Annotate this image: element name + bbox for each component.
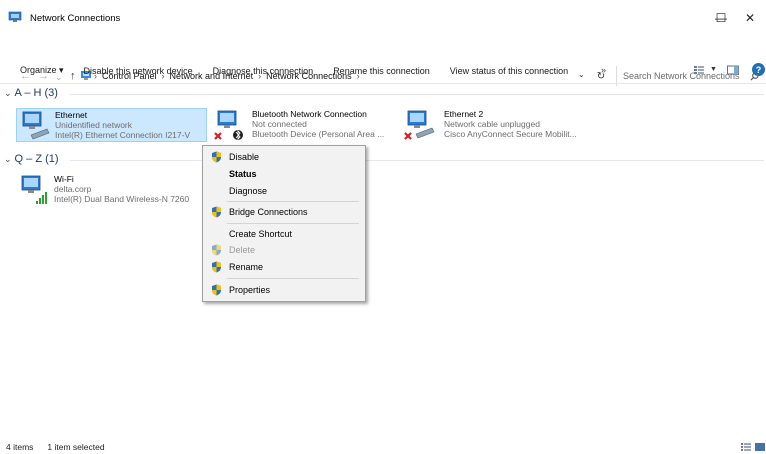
- rename-connection-button[interactable]: Rename this connection: [333, 66, 430, 76]
- chevron-down-icon: ⌄: [4, 87, 12, 98]
- menu-item-label: Create Shortcut: [229, 229, 293, 239]
- window-title: Network Connections: [30, 13, 121, 24]
- close-button[interactable]: ✕: [735, 6, 765, 30]
- menu-item-label: Properties: [229, 285, 271, 295]
- menu-item-label: Bridge Connections: [229, 207, 308, 217]
- large-icons-view-icon[interactable]: [754, 442, 766, 452]
- details-view-icon[interactable]: [740, 442, 752, 452]
- group-divider: [70, 94, 764, 95]
- menu-item-label: Status: [229, 169, 257, 179]
- connection-bluetooth[interactable]: Bluetooth Network Connection Not connect…: [212, 108, 392, 142]
- network-adapter-icon: [404, 110, 435, 140]
- connection-wifi[interactable]: Wi-Fi delta.corp Intel(R) Dual Band Wire…: [16, 173, 206, 207]
- network-connections-app-icon: [8, 11, 22, 22]
- address-bar: ← → ⌄ ↑ › Control Panel › Network and In…: [0, 32, 766, 86]
- connection-status: Unidentified network: [55, 120, 133, 130]
- menu-item-properties[interactable]: Properties: [203, 281, 365, 299]
- group-divider: [70, 160, 764, 161]
- group-label: A – H (3): [14, 87, 58, 99]
- connection-name: Ethernet: [55, 110, 88, 120]
- minimize-button-alt: [676, 6, 706, 30]
- change-view-icon[interactable]: [692, 63, 706, 77]
- connection-name: Wi-Fi: [54, 174, 74, 184]
- connection-device: Cisco AnyConnect Secure Mobilit...: [444, 129, 577, 139]
- connection-name: Bluetooth Network Connection: [252, 109, 367, 119]
- connection-device: Intel(R) Dual Band Wireless-N 7260: [54, 194, 190, 204]
- uac-shield-icon: [212, 284, 221, 296]
- menu-item-rename[interactable]: Rename: [203, 258, 365, 276]
- selection-count: 1 item selected: [47, 442, 105, 452]
- menu-item-delete[interactable]: Delete: [203, 241, 365, 259]
- menu-item-disable[interactable]: Disable: [203, 148, 365, 166]
- maximize-button[interactable]: ☐: [706, 6, 736, 30]
- menu-item-bridge-connections[interactable]: Bridge Connections: [203, 203, 365, 221]
- group-header-q-z[interactable]: ⌄ Q – Z (1): [4, 153, 764, 165]
- menu-item-status[interactable]: Status: [203, 165, 365, 183]
- uac-shield-icon: [212, 261, 221, 273]
- menu-separator: [227, 223, 359, 224]
- connection-status: Not connected: [252, 119, 307, 129]
- connection-status: delta.corp: [54, 184, 92, 194]
- uac-shield-icon: [212, 206, 221, 218]
- network-adapter-icon: [22, 111, 50, 140]
- connection-device: Bluetooth Device (Personal Area ...: [252, 129, 385, 139]
- more-commands-button[interactable]: »: [601, 65, 606, 75]
- wifi-adapter-icon: [21, 175, 47, 204]
- menu-item-label: Rename: [229, 262, 264, 272]
- organize-button[interactable]: Organize ▾: [20, 65, 64, 76]
- view-status-button[interactable]: View status of this connection: [450, 66, 568, 76]
- title-bar: Network Connections — ✕: [0, 0, 766, 32]
- menu-item-label: Disable: [229, 152, 260, 162]
- menu-separator: [227, 201, 359, 202]
- connection-name: Ethernet 2: [444, 109, 484, 119]
- context-menu: Disable Status Diagnose Bridge Connectio…: [202, 145, 366, 302]
- item-count: 4 items: [6, 442, 34, 452]
- menu-item-diagnose[interactable]: Diagnose: [203, 182, 365, 200]
- uac-shield-icon: [212, 244, 221, 256]
- group-header-a-h[interactable]: ⌄ A – H (3): [4, 87, 764, 99]
- diagnose-connection-button[interactable]: Diagnose this connection: [213, 66, 314, 76]
- disable-device-button[interactable]: Disable this network device: [84, 66, 193, 76]
- uac-shield-icon: [212, 151, 221, 163]
- network-adapter-icon: [214, 110, 243, 141]
- help-button[interactable]: ?: [752, 63, 765, 76]
- status-bar: 4 items 1 item selected: [0, 440, 766, 454]
- menu-item-label: Delete: [229, 245, 256, 255]
- connection-device: Intel(R) Ethernet Connection I217-V: [55, 130, 191, 140]
- command-bar: Organize ▾ Disable this network device D…: [0, 58, 766, 84]
- menu-item-label: Diagnose: [229, 186, 268, 196]
- group-label: Q – Z (1): [14, 153, 59, 165]
- connection-status: Network cable unplugged: [444, 119, 540, 129]
- chevron-down-icon: ⌄: [4, 153, 12, 164]
- view-options-chevron-icon[interactable]: ▼: [710, 66, 717, 73]
- menu-separator: [227, 278, 359, 279]
- preview-pane-icon[interactable]: [726, 63, 740, 77]
- connection-ethernet-2[interactable]: Ethernet 2 Network cable unplugged Cisco…: [402, 108, 602, 142]
- connection-ethernet[interactable]: Ethernet Unidentified network Intel(R) E…: [16, 108, 207, 142]
